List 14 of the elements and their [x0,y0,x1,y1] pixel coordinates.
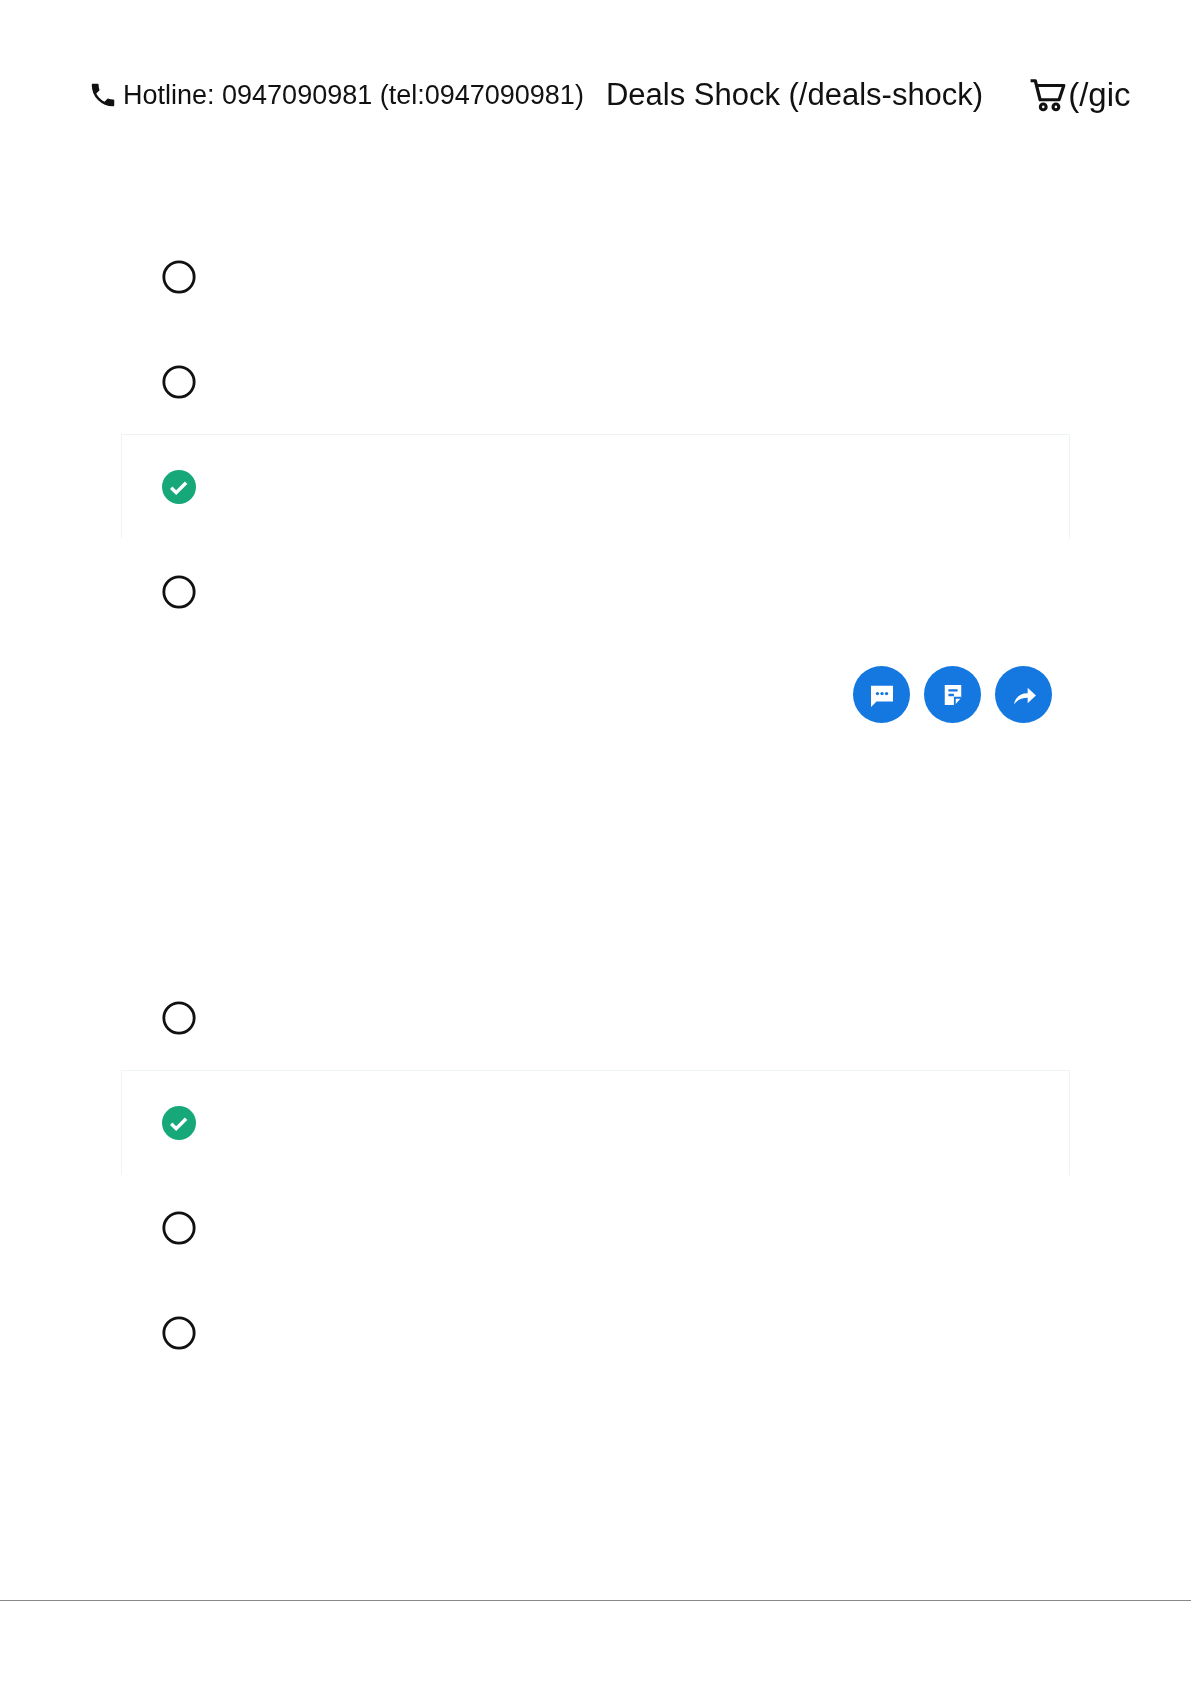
radio-button[interactable] [162,1000,196,1035]
radio-checked-icon[interactable] [162,1106,196,1140]
radio-button[interactable] [162,574,196,609]
radio-button[interactable] [162,1315,196,1350]
hotline-link[interactable]: Hotline: 0947090981 (tel:0947090981) [123,74,584,116]
comment-button[interactable] [853,666,910,723]
share-button[interactable] [995,666,1052,723]
radio-button[interactable] [162,1210,196,1245]
deals-link[interactable]: Deals Shock (/deals-shock) [605,71,984,119]
note-button[interactable] [924,666,981,723]
radio-button[interactable] [162,364,196,399]
cart-link[interactable]: (/gic [1068,70,1131,120]
radio-button[interactable] [162,259,196,294]
radio-checked-icon[interactable] [162,470,196,504]
